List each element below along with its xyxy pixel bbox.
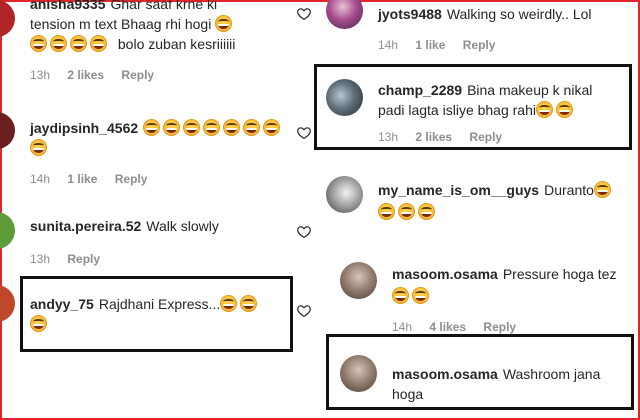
comment-time: 14h <box>392 320 413 334</box>
comment-text: bolo zuban kesriiiiii <box>117 36 236 52</box>
avatar[interactable] <box>0 112 15 149</box>
comment-text: Washroom jana <box>502 366 601 382</box>
comment-text: Pressure hoga tez <box>502 266 617 282</box>
heart-icon[interactable] <box>297 225 311 238</box>
comment-my_name_is_om__guys: my_name_is_om__guys Duranto <box>378 180 614 222</box>
comment-champ_2289: champ_2289 Bina makeup k nikal padi lagta… <box>378 80 592 144</box>
comment-text: Ghar saaf krne ki <box>110 0 218 12</box>
comment-username[interactable]: andyy_75 <box>30 296 94 312</box>
laughing-emoji-icon <box>30 315 47 332</box>
comment-text: Walking so weirdly.. Lol <box>446 6 592 22</box>
comments-column-left: anisha9335 Ghar saaf krne ki tension m te… <box>0 0 318 420</box>
comment-text: Walk slowly <box>146 218 219 234</box>
avatar[interactable] <box>326 176 363 213</box>
laughing-emoji-icon <box>220 295 238 312</box>
comments-column-right: jyots9488 Walking so weirdly.. Lol 14h 1 … <box>314 0 640 420</box>
reply-button[interactable]: Reply <box>469 130 502 144</box>
comment-time: 14h <box>30 172 51 186</box>
comment-anisha9335: anisha9335 Ghar saaf krne ki tension m te… <box>30 0 235 82</box>
avatar[interactable] <box>0 212 15 249</box>
comment-masoom.osama-pressure: masoom.osama Pressure hoga tez 14h 4 like… <box>392 264 616 334</box>
laughing-emoji-icon <box>536 101 553 118</box>
laughing-emoji-icon <box>183 119 201 136</box>
heart-icon[interactable] <box>297 126 311 139</box>
laughing-emoji-icon <box>215 15 233 32</box>
comment-username[interactable]: jaydipsinh_4562 <box>30 120 138 136</box>
comment-likes[interactable]: 1 like <box>415 38 445 52</box>
laughing-emoji-icon <box>418 203 435 220</box>
comment-jyots9488: jyots9488 Walking so weirdly.. Lol 14h 1 … <box>378 4 592 52</box>
comment-text: hoga <box>392 386 424 402</box>
comment-time: 14h <box>378 38 399 52</box>
comment-time: 13h <box>30 68 51 82</box>
laughing-emoji-icon <box>556 101 573 118</box>
laughing-emoji-icon <box>412 287 429 304</box>
comment-jaydipsinh_4562: jaydipsinh_4562 14h 1 like Reply <box>30 118 283 186</box>
comment-time: 13h <box>378 130 399 144</box>
laughing-emoji-icon <box>593 181 611 198</box>
laughing-emoji-icon <box>378 203 395 220</box>
laughing-emoji-icon <box>263 119 281 136</box>
laughing-emoji-icon <box>50 35 67 52</box>
laughing-emoji-icon <box>70 35 87 52</box>
laughing-emoji-icon <box>143 119 161 136</box>
avatar[interactable] <box>340 355 377 392</box>
comment-likes[interactable]: 2 likes <box>67 68 104 82</box>
laughing-emoji-icon <box>30 35 47 52</box>
laughing-emoji-icon <box>398 203 415 220</box>
laughing-emoji-icon <box>90 35 107 52</box>
heart-icon[interactable] <box>297 7 311 20</box>
avatar[interactable] <box>326 79 363 116</box>
avatar[interactable] <box>340 262 377 299</box>
reply-button[interactable]: Reply <box>115 172 148 186</box>
comment-username[interactable]: anisha9335 <box>30 0 106 12</box>
comment-username[interactable]: my_name_is_om__guys <box>378 182 539 198</box>
laughing-emoji-icon <box>392 287 409 304</box>
comment-text: padi lagta isliye bhag rahi <box>378 102 536 118</box>
comment-username[interactable]: masoom.osama <box>392 266 498 282</box>
laughing-emoji-icon <box>240 295 258 312</box>
comment-likes[interactable]: 1 like <box>67 172 97 186</box>
avatar[interactable] <box>326 0 363 29</box>
avatar[interactable] <box>0 285 15 322</box>
heart-icon[interactable] <box>297 304 311 317</box>
comment-sunita.pereira.52: sunita.pereira.52 Walk slowly 13h Reply <box>30 216 219 266</box>
reply-button[interactable]: Reply <box>121 68 154 82</box>
reply-button[interactable]: Reply <box>463 38 496 52</box>
comment-username[interactable]: masoom.osama <box>392 366 498 382</box>
laughing-emoji-icon <box>223 119 241 136</box>
comment-text: Rajdhani Express... <box>98 296 221 312</box>
comment-text: Duranto <box>544 182 594 198</box>
laughing-emoji-icon <box>203 119 221 136</box>
comment-username[interactable]: champ_2289 <box>378 82 462 98</box>
laughing-emoji-icon <box>163 119 181 136</box>
reply-button[interactable]: Reply <box>67 252 100 266</box>
comment-username[interactable]: sunita.pereira.52 <box>30 218 141 234</box>
comment-likes[interactable]: 2 likes <box>415 130 452 144</box>
reply-button[interactable]: Reply <box>483 320 516 334</box>
comment-text: Bina makeup k nikal <box>467 82 593 98</box>
comment-masoom.osama-washroom: masoom.osama Washroom jana hoga <box>392 364 600 404</box>
comment-text: tension m text Bhaag rhi hogi <box>30 16 212 32</box>
comment-time: 13h <box>30 252 51 266</box>
avatar[interactable] <box>0 0 15 37</box>
laughing-emoji-icon <box>243 119 261 136</box>
comment-likes[interactable]: 4 likes <box>429 320 466 334</box>
comment-username[interactable]: jyots9488 <box>378 6 442 22</box>
comment-andyy_75: andyy_75 Rajdhani Express... <box>30 294 260 334</box>
laughing-emoji-icon <box>30 139 47 156</box>
